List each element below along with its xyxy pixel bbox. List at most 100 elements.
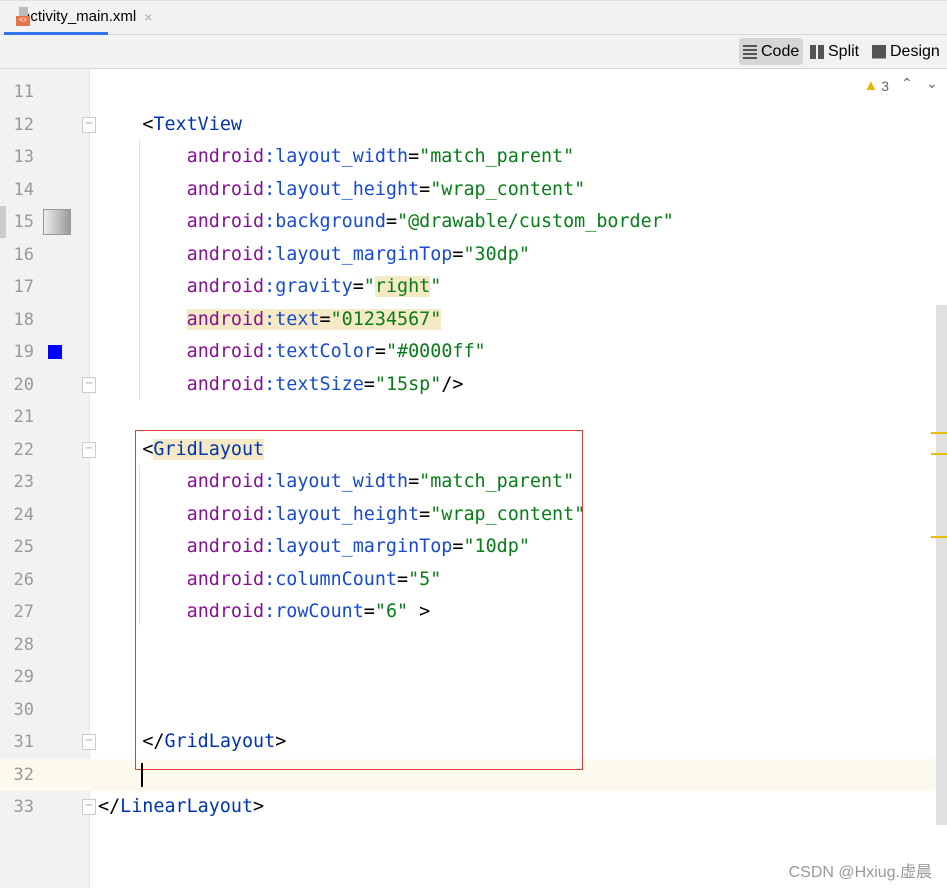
code-line[interactable]: 20 − android:textSize="15sp"/> — [0, 369, 947, 402]
line-number: 27 — [13, 602, 34, 622]
code-text: <TextView — [142, 109, 242, 142]
code-line[interactable]: 13 android:layout_width="match_parent" — [0, 141, 947, 174]
previous-highlight-icon[interactable]: ⌃ — [901, 75, 913, 92]
code-token: :background — [264, 211, 386, 232]
fold-end-icon[interactable]: − — [82, 376, 96, 393]
code-token: = — [319, 308, 331, 330]
line-number: 13 — [13, 147, 34, 167]
code-line[interactable]: 19 android:textColor="#0000ff" — [0, 336, 947, 369]
code-token: android — [186, 341, 265, 362]
code-line[interactable]: 12 − <TextView — [0, 109, 947, 142]
code-mode-label: Code — [761, 42, 800, 60]
line-number: 16 — [13, 244, 34, 265]
code-token: "30dp" — [463, 243, 530, 265]
code-token: android — [186, 178, 265, 200]
code-token: android — [186, 211, 265, 232]
vertical-scrollbar[interactable] — [936, 305, 947, 825]
code-token: = — [363, 373, 375, 395]
code-token: android — [186, 243, 265, 265]
warning-stripe-mark[interactable] — [931, 453, 947, 455]
code-token: "#0000ff" — [385, 341, 486, 362]
code-text: android:textColor="#0000ff" — [187, 336, 486, 369]
code-token: "match_parent" — [419, 146, 575, 167]
line-number: 12 — [13, 114, 34, 135]
image-icon — [872, 44, 886, 59]
code-token: :gravity — [264, 276, 353, 297]
line-number: 17 — [13, 277, 34, 297]
line-number: 19 — [13, 342, 34, 362]
selection-annotation-box — [135, 430, 583, 770]
line-number: 18 — [13, 309, 34, 330]
change-marker — [0, 206, 6, 238]
code-text: android:textSize="15sp"/> — [187, 369, 464, 402]
tab-activity-main-xml[interactable]: <> activity_main.xml × — [4, 1, 152, 35]
line-number: 28 — [13, 634, 34, 655]
code-token: "@drawable/custom_border" — [397, 211, 674, 232]
code-token: "15sp" — [374, 373, 442, 395]
code-token: :text — [264, 308, 320, 330]
code-token: :layout_width — [264, 146, 409, 167]
warning-count: 3 — [881, 77, 889, 94]
code-token: > — [253, 796, 265, 817]
code-line[interactable]: 11 — [0, 76, 947, 109]
warning-stripe-mark[interactable] — [931, 432, 947, 434]
inspection-widget[interactable]: ▲ 3 — [863, 77, 889, 94]
fold-collapse-icon[interactable]: − — [82, 441, 96, 458]
fold-end-icon[interactable]: − — [82, 799, 96, 815]
code-text: android:layout_height="wrap_content" — [187, 174, 586, 207]
code-token: :textSize — [264, 373, 364, 395]
code-line[interactable]: 15 android:background="@drawable/custom_b… — [0, 206, 947, 239]
code-text: android:background="@drawable/custom_bor… — [187, 206, 674, 239]
code-token: = — [452, 243, 464, 265]
code-line[interactable]: 21 — [0, 401, 947, 434]
indent-guide — [139, 140, 140, 400]
code-lines-icon — [743, 44, 757, 59]
code-text: android:layout_marginTop="30dp" — [187, 239, 530, 272]
warning-stripe-mark[interactable] — [931, 536, 947, 538]
fold-end-icon[interactable]: − — [82, 734, 96, 750]
code-token: /> — [441, 373, 464, 395]
next-highlight-icon[interactable]: ⌄ — [926, 75, 938, 92]
code-token: " — [363, 276, 375, 297]
code-token: android — [186, 308, 265, 330]
code-token: :layout_height — [264, 178, 420, 200]
line-number: 11 — [13, 82, 34, 102]
drawable-preview-icon[interactable] — [43, 209, 71, 235]
watermark: CSDN @Hxiug.虚晨 — [788, 864, 932, 881]
line-number: 23 — [13, 472, 34, 492]
line-number: 20 — [13, 374, 34, 395]
code-token: android — [186, 373, 265, 395]
warning-icon: ▲ — [863, 77, 879, 94]
line-number: 30 — [13, 699, 34, 720]
split-mode-button[interactable]: Split — [806, 38, 863, 65]
code-token: :layout_marginTop — [264, 243, 453, 265]
code-token: < — [142, 113, 154, 135]
color-swatch-icon[interactable] — [48, 345, 62, 359]
code-text: android:text="01234567" — [186, 304, 442, 337]
code-token: = — [419, 178, 431, 200]
line-number: 14 — [13, 179, 34, 200]
code-line[interactable]: 16 android:layout_marginTop="30dp" — [0, 239, 947, 272]
code-token: = — [374, 341, 386, 362]
code-token: android — [186, 146, 265, 167]
line-number: 22 — [13, 439, 34, 460]
code-token: "01234567" — [330, 308, 442, 330]
design-mode-button[interactable]: Design — [868, 38, 944, 65]
code-mode-button[interactable]: Code — [739, 38, 804, 65]
line-number: 33 — [13, 797, 34, 817]
code-token: TextView — [153, 113, 242, 135]
code-text: android:gravity="right" — [187, 271, 441, 304]
line-number: 32 — [13, 764, 34, 785]
line-number: 26 — [13, 569, 34, 590]
editor-mode-toolbar: Code Split Design — [0, 35, 947, 69]
code-line[interactable]: 33 − </LinearLayout> — [0, 791, 947, 824]
text-caret — [141, 763, 143, 787]
close-tab-icon[interactable]: × — [144, 9, 152, 25]
editor-tab-bar: <> activity_main.xml × — [0, 0, 947, 35]
code-token: = — [408, 146, 420, 167]
code-line[interactable]: 18 android:text="01234567" — [0, 304, 947, 337]
fold-collapse-icon[interactable]: − — [82, 116, 96, 133]
code-line[interactable]: 14 android:layout_height="wrap_content" — [0, 174, 947, 207]
code-line[interactable]: 17 android:gravity="right" — [0, 271, 947, 304]
split-mode-label: Split — [828, 42, 860, 60]
